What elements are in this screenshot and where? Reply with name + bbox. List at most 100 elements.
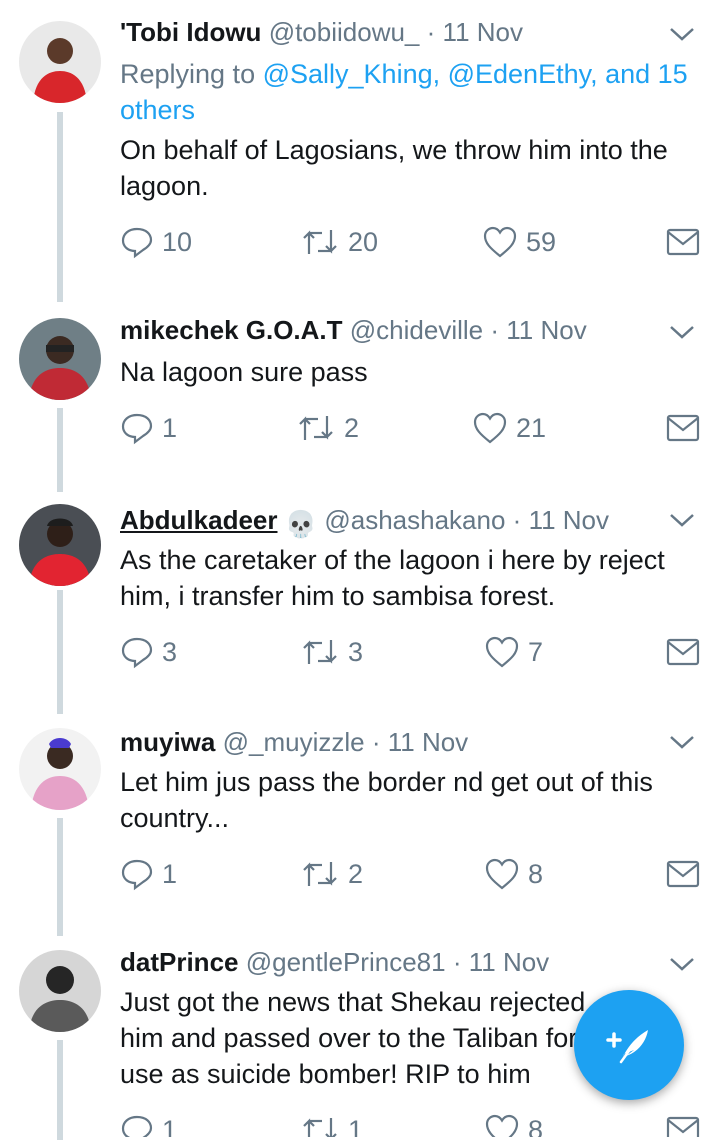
separator-dot: ·	[426, 17, 436, 47]
display-name[interactable]: muyiwa	[120, 727, 215, 757]
user-handle[interactable]: @chideville	[350, 315, 483, 345]
like-button[interactable]: 8	[484, 854, 543, 894]
dm-button[interactable]	[666, 1110, 700, 1137]
action-bar: 1 2 21	[120, 408, 700, 448]
like-count: 8	[528, 1114, 544, 1138]
retweet-button[interactable]: 2	[300, 854, 363, 894]
reply-button[interactable]: 1	[120, 854, 177, 894]
retweet-count: 2	[348, 858, 364, 889]
tweet-text: Just got the news that Shekau rejected h…	[120, 987, 586, 1089]
like-button[interactable]: 8	[484, 1110, 543, 1137]
compose-tweet-button[interactable]	[574, 990, 684, 1100]
tweet-header: datPrince @gentlePrince81 · 11 Nov	[120, 946, 660, 978]
timestamp[interactable]: 11 Nov	[529, 505, 609, 535]
display-name[interactable]: Abdulkadeer	[120, 505, 278, 535]
retweet-button[interactable]: 1	[300, 1110, 363, 1137]
user-handle[interactable]: @_muyizzle	[223, 727, 365, 757]
heart-icon	[485, 1114, 519, 1137]
dm-button[interactable]	[666, 854, 700, 894]
dm-button[interactable]	[666, 408, 700, 448]
avatar[interactable]	[19, 318, 101, 400]
tweet-2[interactable]: mikechek G.O.A.T @chideville · 11 Nov Na…	[0, 300, 720, 492]
thread-line	[57, 1040, 63, 1140]
tweet-text: As the caretaker of the lagoon i here by…	[120, 545, 665, 611]
reply-button[interactable]: 1	[120, 1110, 177, 1137]
separator-dot: ·	[512, 505, 522, 535]
action-bar: 10 20 59	[120, 222, 700, 262]
replying-to-label: Replying to	[120, 59, 263, 89]
thread-line	[57, 112, 63, 302]
reply-count: 1	[162, 1114, 178, 1138]
like-button[interactable]: 7	[484, 632, 543, 672]
reply-button[interactable]: 1	[120, 408, 177, 448]
thread-line	[57, 408, 63, 492]
separator-dot: ·	[490, 315, 500, 345]
tweet-1[interactable]: 'Tobi Idowu @tobiidowu_ · 11 Nov Replyin…	[0, 0, 720, 302]
display-name[interactable]: 'Tobi Idowu	[120, 17, 261, 47]
retweet-button[interactable]: 3	[300, 632, 363, 672]
timestamp[interactable]: 11 Nov	[469, 947, 549, 977]
like-count: 59	[526, 226, 557, 257]
retweet-icon	[303, 230, 337, 254]
chevron-down-icon[interactable]	[666, 18, 698, 50]
like-button[interactable]: 59	[482, 222, 556, 262]
reply-count: 10	[162, 226, 193, 257]
display-name[interactable]: datPrince	[120, 947, 239, 977]
envelope-icon	[666, 1116, 700, 1137]
thread-line	[57, 590, 63, 714]
reply-count: 1	[162, 858, 178, 889]
avatar[interactable]	[19, 728, 101, 810]
retweet-icon	[303, 862, 337, 886]
tweet-3[interactable]: Abdulkadeer 💀 @ashashakano · 11 Nov As t…	[0, 490, 720, 714]
action-bar: 1 2 8	[120, 854, 700, 894]
like-button[interactable]: 21	[472, 408, 546, 448]
retweet-icon	[299, 416, 333, 440]
reply-button[interactable]: 10	[120, 222, 192, 262]
heart-icon	[485, 636, 519, 668]
replying-to: Replying to @Sally_Khing, @EdenEthy, and…	[120, 56, 700, 128]
heart-icon	[473, 412, 507, 444]
retweet-icon	[303, 640, 337, 664]
chevron-down-icon[interactable]	[666, 726, 698, 758]
timestamp[interactable]: 11 Nov	[388, 727, 468, 757]
timestamp[interactable]: 11 Nov	[443, 17, 523, 47]
separator-dot: ·	[452, 947, 462, 977]
avatar[interactable]	[19, 21, 101, 103]
tweet-header: muyiwa @_muyizzle · 11 Nov	[120, 726, 660, 758]
chevron-down-icon[interactable]	[666, 948, 698, 980]
retweet-count: 3	[348, 636, 364, 667]
heart-icon	[483, 226, 517, 258]
reply-icon	[121, 413, 153, 445]
timestamp[interactable]: 11 Nov	[506, 315, 586, 345]
dm-button[interactable]	[666, 222, 700, 262]
tweet-header: 'Tobi Idowu @tobiidowu_ · 11 Nov	[120, 16, 660, 48]
skull-emoji: 💀	[284, 509, 318, 539]
envelope-icon	[666, 638, 700, 666]
tweet-header: Abdulkadeer 💀 @ashashakano · 11 Nov	[120, 504, 660, 540]
chevron-down-icon[interactable]	[666, 316, 698, 348]
avatar[interactable]	[19, 950, 101, 1032]
heart-icon	[485, 858, 519, 890]
retweet-count: 2	[344, 412, 360, 443]
reply-icon	[121, 859, 153, 891]
user-handle[interactable]: @tobiidowu_	[269, 17, 420, 47]
reply-button[interactable]: 3	[120, 632, 177, 672]
retweet-button[interactable]: 20	[300, 222, 378, 262]
user-handle[interactable]: @ashashakano	[324, 505, 505, 535]
dm-button[interactable]	[666, 632, 700, 672]
reply-count: 3	[162, 636, 178, 667]
envelope-icon	[666, 414, 700, 442]
reply-count: 1	[162, 412, 178, 443]
chevron-down-icon[interactable]	[666, 504, 698, 536]
envelope-icon	[666, 228, 700, 256]
display-name[interactable]: mikechek G.O.A.T	[120, 315, 343, 345]
like-count: 7	[528, 636, 544, 667]
avatar[interactable]	[19, 504, 101, 586]
retweet-count: 1	[348, 1114, 364, 1138]
tweet-text: On behalf of Lagosians, we throw him int…	[120, 135, 668, 201]
retweet-button[interactable]: 2	[296, 408, 359, 448]
tweet-4[interactable]: muyiwa @_muyizzle · 11 Nov Let him jus p…	[0, 712, 720, 936]
retweet-count: 20	[348, 226, 379, 257]
action-bar: 1 1 8	[120, 1110, 700, 1137]
user-handle[interactable]: @gentlePrince81	[246, 947, 446, 977]
